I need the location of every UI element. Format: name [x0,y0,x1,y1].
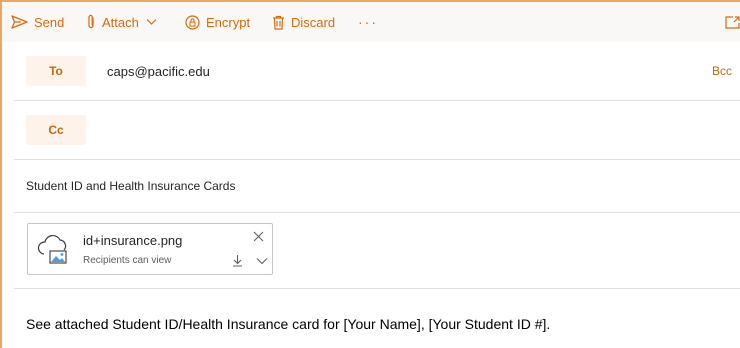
trash-icon [273,15,284,30]
cc-button[interactable]: Cc [26,115,86,145]
discard-button[interactable]: Discard [272,2,335,42]
to-row: To caps@pacific.edu Bcc [14,42,740,101]
download-icon[interactable] [232,254,243,267]
subject-row[interactable]: Student ID and Health Insurance Cards [14,160,740,213]
cloud-image-file-icon [37,234,67,264]
encrypt-label: Encrypt [206,14,251,30]
subject-field[interactable]: Student ID and Health Insurance Cards [26,160,235,212]
chevron-down-icon[interactable] [146,18,157,26]
encrypt-shield-icon [185,14,200,30]
encrypt-button[interactable]: Encrypt [185,2,250,42]
attachment-permission: Recipients can view [83,255,172,266]
attach-button[interactable]: Attach [86,2,157,42]
message-body[interactable]: See attached Student ID/Health Insurance… [26,316,550,332]
send-icon [11,15,28,29]
body-divider [14,288,740,289]
send-button[interactable]: Send [11,2,64,42]
attachment-file-name[interactable]: id+insurance.png [83,233,182,248]
discard-label: Discard [291,14,336,30]
bcc-button[interactable]: Bcc [712,42,732,100]
more-options-button[interactable]: ··· [358,2,378,42]
close-icon[interactable] [253,231,264,242]
attachment-options-chevron-icon[interactable] [256,257,268,265]
to-recipient[interactable]: caps@pacific.edu [107,42,210,100]
attachment-card[interactable]: id+insurance.png Recipients can view [27,223,273,275]
paperclip-icon [88,14,94,29]
send-label: Send [34,14,65,30]
attach-label: Attach [102,14,139,30]
pop-out-button[interactable] [725,2,740,42]
pop-out-icon [725,15,740,29]
compose-toolbar: Send Attach Encrypt Discard ··· [2,2,740,42]
cc-row: Cc [14,101,740,160]
to-button[interactable]: To [26,56,86,86]
